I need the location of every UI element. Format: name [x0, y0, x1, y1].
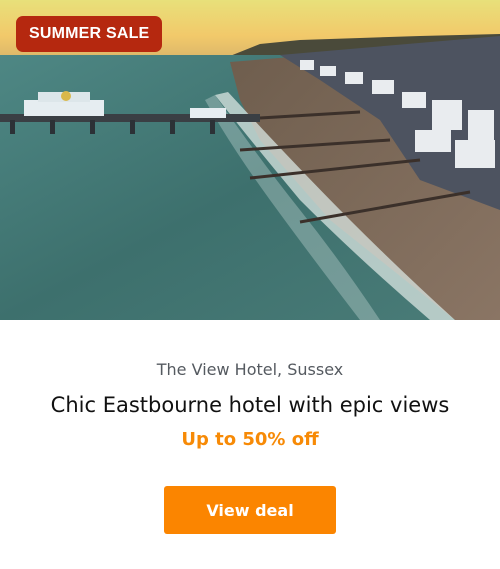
- deal-title: Chic Eastbourne hotel with epic views: [50, 393, 450, 417]
- view-deal-button[interactable]: View deal: [164, 486, 336, 534]
- discount-offer: Up to 50% off: [181, 429, 319, 450]
- hotel-location: The View Hotel, Sussex: [156, 360, 344, 379]
- summer-sale-badge: SUMMER SALE: [16, 16, 163, 52]
- hero-image: SUMMER SALE: [0, 0, 500, 320]
- deal-card: The View Hotel, Sussex Chic Eastbourne h…: [0, 320, 500, 569]
